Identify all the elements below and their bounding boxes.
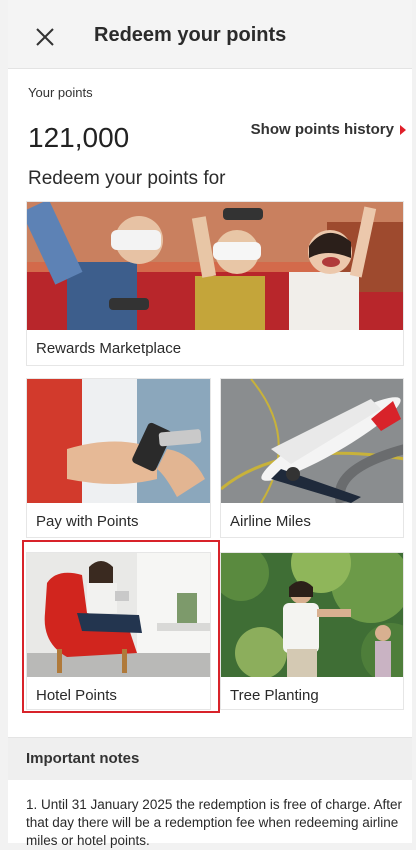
option-hotel-points[interactable]: Hotel Points — [26, 552, 211, 710]
option-pay-with-points[interactable]: Pay with Points — [26, 378, 211, 538]
option-tree-planting[interactable]: Tree Planting — [220, 552, 404, 710]
page-title: Redeem your points — [94, 24, 287, 46]
hotel-points-label: Hotel Points — [36, 687, 117, 704]
pay-with-points-image — [27, 379, 210, 503]
close-icon[interactable] — [34, 26, 56, 48]
option-rewards-marketplace[interactable]: Rewards Marketplace — [26, 201, 404, 366]
tree-planting-image — [221, 553, 403, 677]
tree-planting-label: Tree Planting — [230, 687, 319, 704]
top-bar: Redeem your points — [8, 0, 412, 69]
airline-miles-image — [221, 379, 403, 503]
important-notes-text: 1. Until 31 January 2025 the redemption … — [26, 797, 402, 848]
points-label: Your points — [28, 85, 93, 100]
hotel-points-image — [27, 553, 210, 677]
show-points-history-label: Show points history — [250, 121, 394, 138]
chevron-right-icon — [400, 124, 406, 135]
redeem-heading: Redeem your points for — [28, 168, 226, 189]
rewards-marketplace-image — [27, 202, 403, 330]
points-balance: 121,000 — [28, 122, 130, 153]
option-airline-miles[interactable]: Airline Miles — [220, 378, 404, 538]
rewards-marketplace-label: Rewards Marketplace — [36, 340, 182, 357]
pay-with-points-label: Pay with Points — [36, 513, 139, 530]
important-notes-title: Important notes — [26, 750, 140, 767]
important-notes-body: 1. Until 31 January 2025 the redemption … — [8, 780, 412, 848]
airline-miles-label: Airline Miles — [230, 513, 311, 530]
show-points-history-link[interactable]: Show points history — [251, 121, 406, 138]
important-notes-header: Important notes — [8, 737, 412, 781]
